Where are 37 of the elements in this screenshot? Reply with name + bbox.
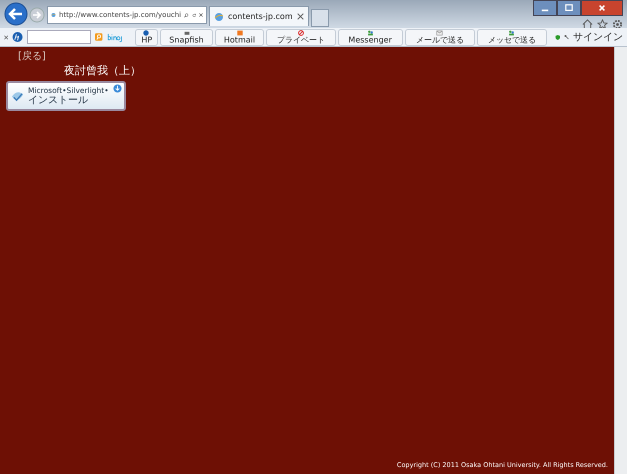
search-field[interactable] [27, 30, 92, 44]
close-button[interactable] [581, 0, 623, 16]
search-icon[interactable] [184, 10, 189, 20]
maximize-icon [565, 4, 573, 12]
people-icon [366, 30, 375, 36]
page-icon [214, 12, 224, 22]
toolbar-button[interactable]: プライベート [266, 28, 336, 46]
browser-tab[interactable]: contents-jp.com [209, 6, 309, 26]
bing-logo-icon[interactable] [106, 31, 123, 43]
toolbar-button[interactable]: Snapfish [160, 28, 214, 46]
toolbar-button[interactable]: HP [134, 28, 158, 46]
close-icon[interactable] [199, 11, 203, 19]
mail-icon [236, 30, 244, 36]
minimize-button[interactable] [533, 0, 557, 16]
download-icon [113, 84, 122, 93]
refresh-icon[interactable] [192, 10, 196, 20]
silverlight-logo-icon [11, 90, 24, 102]
toolbar-button[interactable]: メールで送る [404, 28, 474, 46]
back-icon[interactable] [4, 2, 28, 26]
toolbar-button[interactable]: Messenger [338, 28, 402, 46]
no-entry-icon [297, 30, 306, 36]
maximize-button[interactable] [557, 0, 581, 16]
back-link[interactable]: [戻る] [18, 49, 46, 63]
page-title: 夜討曾我（上） [64, 63, 142, 78]
close-icon[interactable] [4, 34, 8, 40]
sign-in-link[interactable]: サインイン [573, 30, 623, 44]
close-icon[interactable] [297, 13, 304, 20]
close-icon [598, 4, 606, 12]
page-icon [51, 10, 56, 20]
key-icon [564, 33, 569, 41]
star-icon[interactable] [597, 19, 608, 30]
people-icon [507, 30, 516, 36]
toolbar-button[interactable]: メッセで送る [476, 28, 546, 46]
settings-icon[interactable] [612, 19, 623, 30]
photo-icon [182, 30, 191, 36]
shield-icon [554, 32, 560, 42]
toolbar-button[interactable]: Hotmail [215, 28, 264, 46]
